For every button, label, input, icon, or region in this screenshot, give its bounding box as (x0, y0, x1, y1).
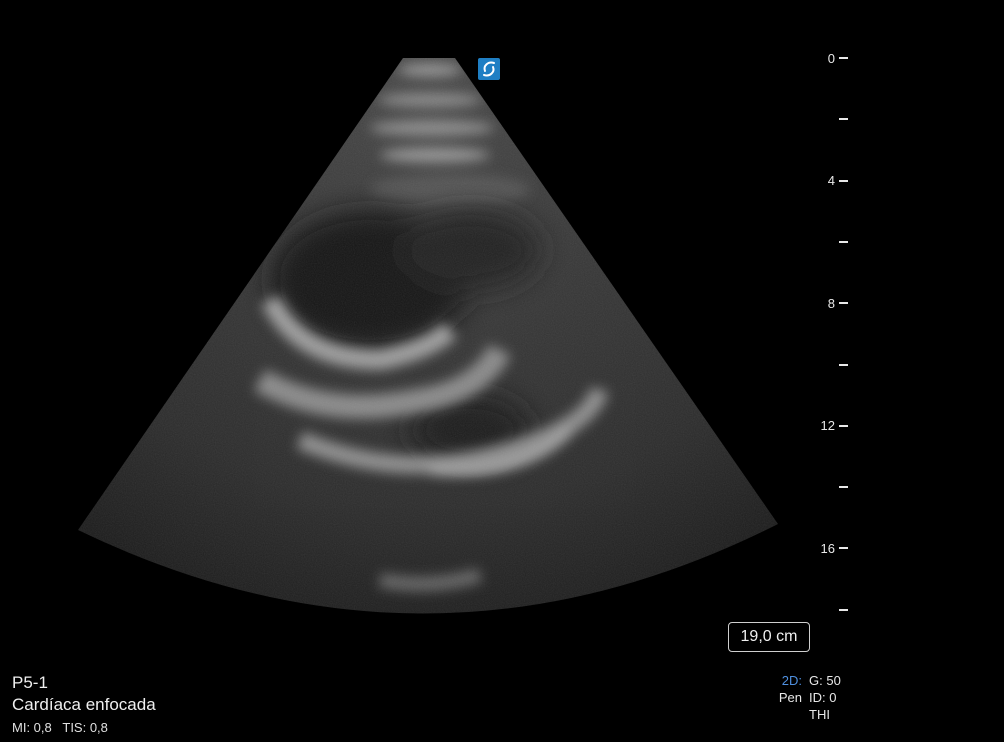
depth-tick-mark (839, 608, 848, 611)
thermal-index: TIS: 0,8 (62, 720, 108, 735)
mode-label: 2D: (781, 673, 802, 688)
depth-tick-mark (839, 424, 848, 427)
depth-tick (835, 113, 848, 125)
depth-tick: 4 (827, 173, 848, 189)
mechanical-index: MI: 0,8 (12, 720, 52, 735)
depth-value: 19,0 cm (740, 628, 798, 645)
depth-tick-mark (839, 486, 848, 489)
depth-tick: 0 (827, 50, 848, 66)
depth-tick-mark (839, 118, 848, 121)
depth-value-box[interactable]: 19,0 cm (728, 622, 810, 652)
dynamic-range-value: ID: 0 (809, 690, 837, 705)
imaging-parameters: 2D: G: 50 Pen ID: 0 THI (760, 672, 860, 723)
depth-tick: 16 (820, 540, 848, 556)
depth-tick-mark (839, 363, 848, 366)
harmonic-imaging-label: THI (809, 707, 830, 722)
preset-name: Cardíaca enfocada (12, 695, 156, 714)
depth-tick-mark (839, 547, 848, 550)
depth-tick-label: 12 (820, 418, 835, 434)
depth-tick-mark (839, 57, 848, 59)
depth-tick-mark (839, 240, 848, 243)
depth-tick: 8 (827, 295, 848, 311)
depth-tick-label: 4 (827, 173, 835, 189)
frequency-label: Pen (778, 690, 802, 705)
depth-tick (835, 236, 848, 248)
depth-tick-mark (839, 179, 848, 182)
probe-name: P5-1 (12, 673, 48, 692)
orientation-marker-icon (478, 58, 500, 80)
depth-tick: 12 (820, 418, 848, 434)
probe-info: P5-1 Cardíaca enfocada MI: 0,8 TIS: 0,8 (12, 672, 156, 738)
depth-tick-label: 8 (827, 295, 835, 311)
depth-tick (835, 481, 848, 493)
depth-tick-label: 16 (820, 540, 835, 556)
depth-tick-label: 0 (827, 50, 835, 66)
depth-tick (835, 604, 848, 616)
depth-tick (835, 359, 848, 371)
scan-viewport[interactable]: 0 4 8 12 16 19,0 cm 2D: G: 50 Pen ID: 0 THI … (0, 0, 1004, 742)
depth-tick-mark (839, 302, 848, 305)
acoustic-indices: MI: 0,8 TIS: 0,8 (12, 718, 156, 738)
gain-value: G: 50 (809, 673, 841, 688)
